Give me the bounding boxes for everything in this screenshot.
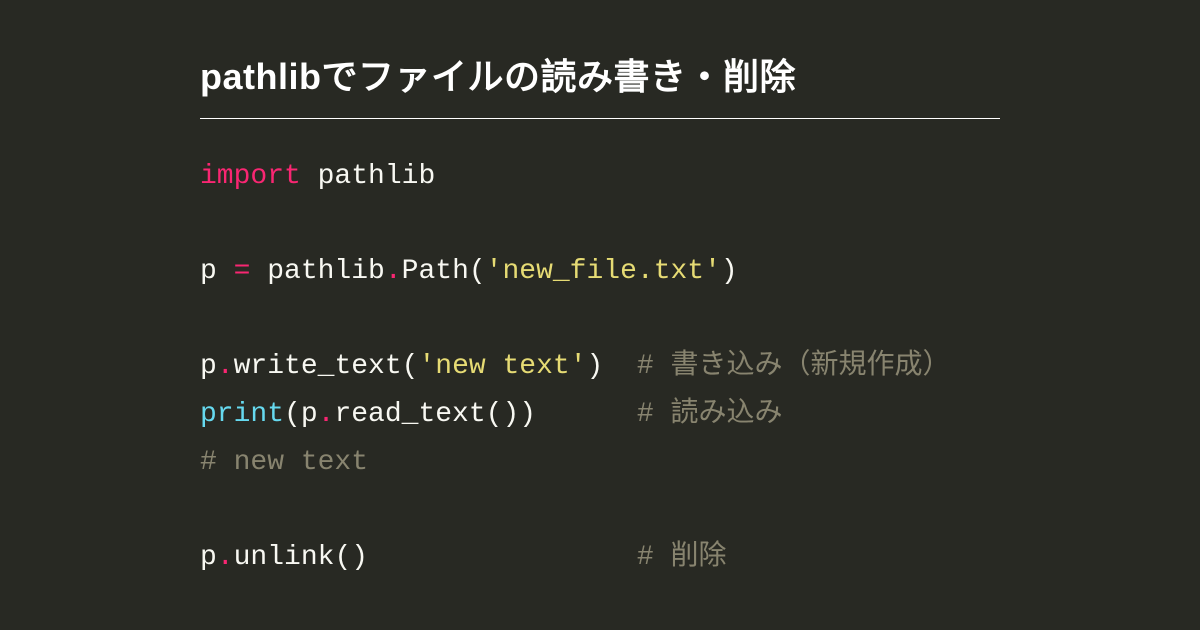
code-token: 'new text' [418,351,586,382]
code-token: p [200,542,217,573]
code-token: pathlib [301,161,435,192]
code-token: # new text [200,447,368,478]
code-token: . [318,399,335,430]
code-token: . [217,542,234,573]
code-token: 'new_file.txt' [486,256,721,287]
code-token: write_text( [234,351,419,382]
page-title: pathlibでファイルの読み書き・削除 [200,48,1000,119]
code-line: print(p.read_text()) # 読み込み [200,399,783,430]
code-token: pathlib [250,256,384,287]
code-token: import [200,161,301,192]
code-block: import pathlib p = pathlib.Path('new_fil… [200,153,1000,581]
code-token: # 書き込み（新規作成） [637,351,951,382]
code-token: print [200,399,284,430]
code-token: p [200,256,234,287]
code-token: (p [284,399,318,430]
code-line: p.write_text('new text') # 書き込み（新規作成） [200,351,951,382]
code-line: import pathlib [200,161,435,192]
code-token: unlink() [234,542,637,573]
code-token: ) [587,351,637,382]
code-token: # 読み込み [637,399,783,430]
code-token: ) [721,256,738,287]
code-token: read_text()) [334,399,636,430]
code-token: Path( [402,256,486,287]
code-token: p [200,351,217,382]
code-line: # new text [200,447,368,478]
code-line: p = pathlib.Path('new_file.txt') [200,256,738,287]
code-token: . [217,351,234,382]
code-token: = [234,256,251,287]
code-token: . [385,256,402,287]
code-line: p.unlink() # 削除 [200,542,727,573]
code-token: # 削除 [637,542,727,573]
